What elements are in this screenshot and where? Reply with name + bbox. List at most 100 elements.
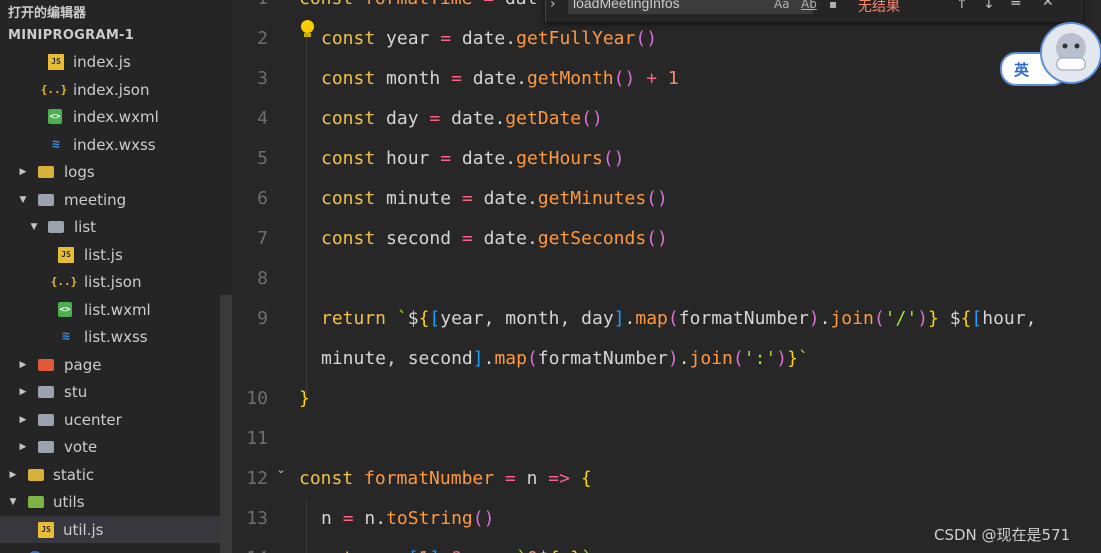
tree-item-vote[interactable]: ▶ vote bbox=[0, 433, 232, 460]
line-number: 2 bbox=[257, 28, 268, 49]
find-result-status: 无结果 bbox=[858, 0, 900, 15]
tree-item-list[interactable]: ▼ list bbox=[0, 213, 232, 240]
code-line: const second = date.getSeconds() bbox=[321, 228, 668, 249]
tree-item-ucenter[interactable]: ▶ ucenter bbox=[0, 406, 232, 433]
tree-item-stu[interactable]: ▶ stu bbox=[0, 378, 232, 405]
tree-item-list-wxml[interactable]: <> list.wxml bbox=[0, 296, 232, 323]
line-number: 13 bbox=[246, 508, 268, 529]
folder-icon bbox=[38, 439, 54, 455]
tree-item-label: list.wxml bbox=[84, 300, 151, 319]
folder-icon bbox=[38, 164, 54, 180]
next-match-icon[interactable]: ↓ bbox=[983, 0, 995, 12]
close-icon[interactable]: ✕ bbox=[1042, 0, 1054, 10]
regex-toggle-icon[interactable]: ▪ bbox=[829, 0, 837, 11]
line-number: 10 bbox=[246, 388, 268, 409]
tree-item-page[interactable]: ▶ page bbox=[0, 351, 232, 378]
code-line: const year = date.getFullYear() bbox=[321, 28, 658, 49]
lightbulb-base bbox=[304, 33, 311, 37]
tree-item-index-wxss[interactable]: ≋ index.wxss bbox=[0, 131, 232, 158]
tree-item-label: list bbox=[74, 217, 97, 236]
chevron-down-icon: ▼ bbox=[9, 496, 17, 507]
watermark: CSDN @现在是571 bbox=[934, 526, 1071, 544]
line-number: 14 bbox=[232, 548, 268, 553]
tree-item-label: ucenter bbox=[64, 410, 122, 429]
tree-item-index-js[interactable]: JS index.js bbox=[0, 48, 232, 75]
chevron-down-icon: ▼ bbox=[19, 194, 27, 205]
indent-guide bbox=[306, 20, 307, 400]
line-number: 3 bbox=[257, 68, 268, 89]
js-file-icon: JS bbox=[48, 53, 64, 70]
tree-item-label: index.wxml bbox=[73, 107, 159, 126]
line-number: 5 bbox=[257, 148, 268, 169]
code-line: } bbox=[299, 388, 310, 409]
line-number: 11 bbox=[246, 428, 268, 449]
indent-guide bbox=[306, 500, 307, 553]
code-line: minute, second].map(formatNumber).join('… bbox=[321, 348, 809, 369]
tree-item-label: static bbox=[53, 465, 95, 484]
line-number: 7 bbox=[257, 228, 268, 249]
json-file-icon: {..} bbox=[50, 275, 78, 288]
folder-icon bbox=[38, 412, 54, 428]
chevron-right-icon: ▶ bbox=[19, 441, 27, 452]
chevron-right-icon: ▶ bbox=[9, 469, 17, 480]
whole-word-toggle[interactable]: Ab bbox=[801, 0, 817, 11]
chevron-right-icon: ▶ bbox=[19, 386, 27, 397]
match-case-toggle[interactable]: Aa bbox=[774, 0, 790, 11]
folder-open-icon bbox=[38, 192, 54, 208]
ime-widget[interactable]: 英 bbox=[1000, 20, 1101, 86]
find-in-selection-icon[interactable]: ≡ bbox=[1010, 0, 1022, 10]
line-number: 1 bbox=[232, 0, 268, 9]
chevron-right-icon: ▶ bbox=[19, 359, 27, 370]
tree-item-utils[interactable]: ▼ utils bbox=[0, 488, 232, 515]
folder-icon bbox=[38, 357, 54, 373]
fold-chevron-icon[interactable]: ⌄ bbox=[276, 463, 286, 476]
tree-item-logs[interactable]: ▶ logs bbox=[0, 158, 232, 185]
chevron-right-icon[interactable]: › bbox=[550, 0, 556, 12]
js-file-icon: JS bbox=[58, 246, 74, 263]
folder-open-icon bbox=[28, 494, 44, 510]
line-number: 4 bbox=[257, 108, 268, 129]
chevron-down-icon: ▼ bbox=[30, 221, 38, 232]
tree-item-label: index.json bbox=[73, 80, 150, 99]
tree-item-label: page bbox=[64, 355, 102, 374]
tree-item-index-wxml[interactable]: <> index.wxml bbox=[0, 103, 232, 130]
code-line: const hour = date.getHours() bbox=[321, 148, 625, 169]
folder-icon bbox=[38, 384, 54, 400]
folder-icon bbox=[28, 467, 44, 483]
project-header[interactable]: MINIPROGRAM-1 bbox=[8, 28, 134, 43]
tree-item-meeting[interactable]: ▼ meeting bbox=[0, 186, 232, 213]
ime-language-label: 英 bbox=[1014, 61, 1030, 79]
tree-item-list-json[interactable]: {..} list.json bbox=[0, 268, 232, 295]
tree-item-label: list.js bbox=[84, 245, 123, 264]
lightbulb-icon[interactable] bbox=[301, 20, 314, 33]
tree-item-index-json[interactable]: {..} index.json bbox=[0, 76, 232, 103]
tree-item-util-js[interactable]: JS util.js bbox=[0, 516, 220, 543]
code-line: const minute = date.getMinutes() bbox=[321, 188, 668, 209]
tree-item-static[interactable]: ▶ static bbox=[0, 461, 232, 488]
tree-item-label: utils bbox=[53, 492, 85, 511]
line-number: 6 bbox=[257, 188, 268, 209]
tree-item-label: meeting bbox=[64, 190, 127, 209]
folder-open-icon bbox=[48, 219, 64, 235]
sidebar-scrollbar[interactable] bbox=[220, 295, 232, 553]
tree-item-label: stu bbox=[64, 382, 88, 401]
json-file-icon: {..} bbox=[40, 83, 68, 96]
tree-item-list-js[interactable]: JS list.js bbox=[0, 241, 232, 268]
tree-item-label: logs bbox=[64, 162, 95, 181]
chevron-right-icon: ▶ bbox=[19, 414, 27, 425]
tree-item-label: list.wxss bbox=[84, 327, 148, 346]
code-line: n = n.toString() bbox=[321, 508, 495, 529]
wxml-file-icon: <> bbox=[48, 109, 62, 124]
line-number: 9 bbox=[257, 308, 268, 329]
code-editor[interactable]: 1 2 3 4 5 6 7 8 9 10 11 12 13 14 ⌄ const… bbox=[232, 0, 1101, 553]
tree-item-label: vote bbox=[64, 437, 98, 456]
prev-match-icon[interactable]: ↑ bbox=[956, 0, 968, 12]
tree-item-label: index.js bbox=[73, 52, 131, 71]
code-line: const month = date.getMonth() + 1 bbox=[321, 68, 679, 89]
js-file-icon: JS bbox=[38, 521, 54, 538]
tree-item-list-wxss[interactable]: ≋ list.wxss bbox=[0, 323, 232, 350]
explorer-sidebar: 打开的编辑器 MINIPROGRAM-1 JS index.js {..} in… bbox=[0, 0, 232, 553]
tree-item-partial[interactable] bbox=[0, 544, 232, 553]
tree-item-label: list.json bbox=[84, 272, 142, 291]
open-editors-header[interactable]: 打开的编辑器 bbox=[8, 2, 86, 21]
